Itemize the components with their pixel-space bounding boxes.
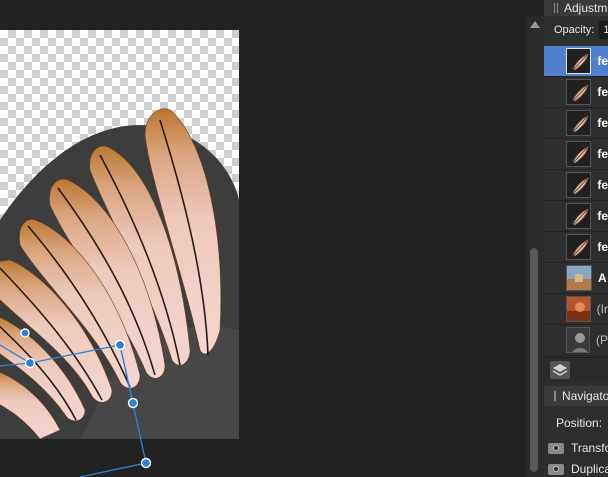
layer-row[interactable]: fe [544,201,608,232]
layer-thumbnail [566,296,591,322]
rotate-handle [20,328,30,338]
layer-row[interactable]: fe [544,108,608,139]
history-item-label: Duplica [571,462,608,476]
layer-row[interactable]: fe [544,139,608,170]
history-item[interactable]: Transfo [548,441,608,455]
scrollbar-thumb[interactable] [530,248,538,472]
layers-panel: Adjustm Opacity: 10 fe fe fe fe fe fe fe A (Ir (P… [544,0,608,477]
layer-thumbnail [566,327,590,353]
close-icon[interactable]: ✕ [520,0,526,14]
panel-grip-icon[interactable] [554,391,556,401]
layer-name: fe [597,85,608,99]
adjustments-tab-title: Adjustm [564,1,608,15]
transform-handle [127,397,139,409]
navigator-tab-title: Navigato [562,389,608,403]
layer-thumbnail [566,110,592,136]
layer-name: fe [597,147,608,161]
opacity-row: Opacity: 10 [544,16,608,44]
opacity-input[interactable]: 10 [599,21,608,39]
layer-row[interactable]: (P [544,325,608,356]
panel-grip-icon[interactable] [554,3,558,13]
camera-icon [548,463,564,475]
history-item-label: Transfo [571,441,608,455]
layer-thumbnail [566,172,592,198]
scroll-up-icon[interactable] [530,21,540,28]
layers-stack-icon[interactable] [550,361,570,379]
transform-handle [140,457,152,469]
transform-handle [24,357,36,369]
panel-scrollbar[interactable] [526,16,544,477]
layer-thumbnail [566,141,592,167]
layer-row[interactable]: fe [544,170,608,201]
layer-name: (Ir [596,302,608,316]
layers-list: fe fe fe fe fe fe fe A (Ir (P [544,46,608,356]
camera-icon [548,442,564,454]
layer-thumbnail [566,79,592,105]
layer-thumbnail [566,265,592,291]
layer-row[interactable]: fe [544,232,608,263]
layer-name: (P [596,333,608,347]
layer-thumbnail [566,203,592,229]
layer-name: fe [597,54,608,68]
layer-row[interactable]: A [544,263,608,294]
layers-toolbar [544,357,608,382]
navigator-tab[interactable]: Navigato [544,386,608,406]
canvas-area[interactable]: ✕ [0,0,526,477]
layer-name: fe [597,178,608,192]
layer-row[interactable]: (Ir [544,294,608,325]
layer-row[interactable]: fe [544,77,608,108]
position-label: Position: [556,416,603,430]
layer-name: fe [597,240,608,254]
layer-thumbnail [566,48,592,74]
transform-overlay[interactable] [0,0,526,477]
transform-handle [114,339,126,351]
layer-name: fe [597,116,608,130]
layer-name: A [598,271,607,285]
opacity-label: Opacity: [554,24,595,36]
layer-row[interactable]: fe [544,46,608,77]
layer-thumbnail [566,234,592,260]
adjustments-tab[interactable]: Adjustm [544,0,608,16]
history-item[interactable]: Duplica [548,462,608,476]
layer-name: fe [597,209,608,223]
